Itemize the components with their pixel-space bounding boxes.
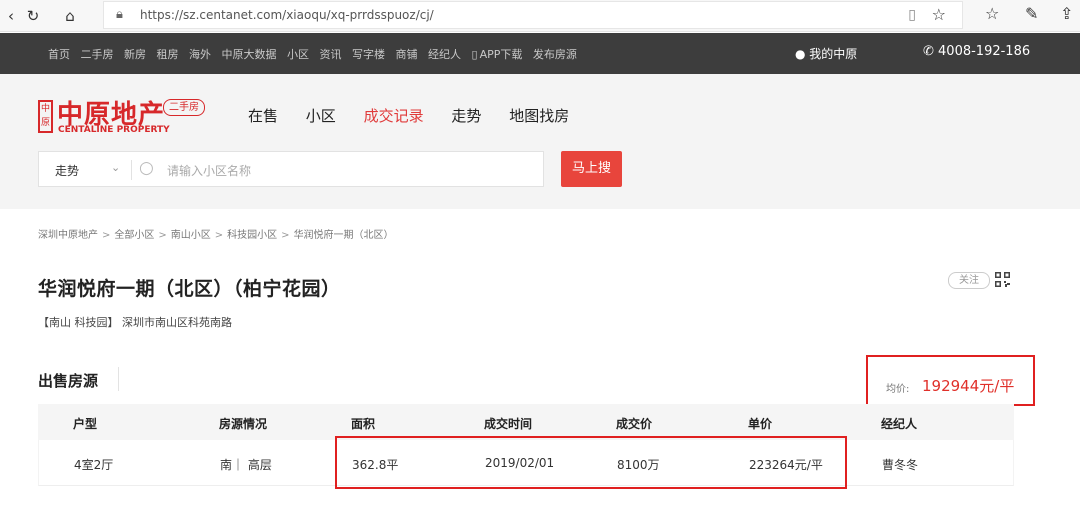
breadcrumb: 深圳中原地产 > 全部小区 > 南山小区 > 科技园小区 > 华润悦府一期（北区） [38, 226, 394, 241]
topnav-link[interactable]: 二手房 [81, 48, 114, 61]
reading-view-icon[interactable]: ▯ [908, 7, 916, 23]
hotline: ✆ 4008-192-186 [923, 44, 1030, 59]
share-icon[interactable]: ⇪ [1060, 4, 1073, 23]
search-category-select[interactable]: 走势 [55, 162, 79, 179]
divider [131, 160, 132, 180]
my-account-link[interactable]: ● 我的中原 [795, 45, 857, 62]
top-nav-links: 首页 二手房 新房 租房 海外 中原大数据 小区 资讯 写字楼 商铺 经纪人 ▯… [48, 46, 584, 62]
page-title: 华润悦府一期（北区）（柏宁花园） [38, 278, 341, 300]
topnav-link[interactable]: 商铺 [396, 48, 418, 61]
chevron-right-icon: > [281, 230, 290, 241]
favorites-list-icon[interactable]: ☆ [985, 4, 999, 23]
breadcrumb-current: 华润悦府一期（北区） [293, 230, 394, 241]
my-account-label: 我的中原 [809, 47, 858, 61]
search-bar: 走势 ⌄ ○ 请输入小区名称 [38, 151, 544, 187]
topnav-link[interactable]: 首页 [48, 48, 70, 61]
topnav-link[interactable]: 新房 [124, 48, 146, 61]
qr-code-icon[interactable] [995, 272, 1010, 287]
topnav-link[interactable]: 海外 [189, 48, 211, 61]
topnav-link[interactable]: 写字楼 [352, 48, 385, 61]
cell-agent[interactable]: 曹冬冬 [882, 456, 918, 473]
column-header: 成交时间 [484, 417, 533, 431]
follow-button[interactable]: 关注 [948, 272, 990, 289]
search-button[interactable]: 马上搜 [561, 151, 622, 187]
url-text[interactable]: https://sz.centanet.com/xiaoqu/xq-prrdss… [140, 8, 434, 22]
search-icon: ○ [139, 158, 154, 178]
topnav-link[interactable]: 资讯 [320, 48, 342, 61]
topnav-link[interactable]: 租房 [157, 48, 179, 61]
topnav-link-app[interactable]: APP下载 [480, 48, 523, 61]
table-header: 户型 房源情况 面积 成交时间 成交价 单价 经纪人 [38, 404, 1014, 440]
breadcrumb-item[interactable]: 全部小区 [114, 230, 154, 241]
nav-item-trends[interactable]: 走势 [451, 107, 481, 125]
favorite-star-icon[interactable]: ☆ [932, 5, 946, 24]
column-header: 单价 [748, 417, 773, 431]
topnav-link[interactable]: 经纪人 [428, 48, 461, 61]
lock-icon: 🔒︎ [116, 7, 123, 22]
nav-item-estates[interactable]: 小区 [306, 107, 336, 125]
nav-item-transactions[interactable]: 成交记录 [364, 107, 424, 125]
breadcrumb-item[interactable]: 科技园小区 [227, 230, 277, 241]
user-icon: ● [795, 47, 810, 61]
phone-app-icon: ▯ [471, 48, 478, 61]
chevron-down-icon[interactable]: ⌄ [111, 161, 120, 174]
nav-item-map-search[interactable]: 地图找房 [509, 107, 569, 125]
nav-item-on-sale[interactable]: 在售 [248, 107, 278, 125]
logo-seal-icon: 中原 [38, 100, 53, 133]
pen-icon[interactable]: ✎ [1025, 4, 1038, 23]
top-navigation: 首页 二手房 新房 租房 海外 中原大数据 小区 资讯 写字楼 商铺 经纪人 ▯… [0, 33, 1080, 74]
phone-icon: ✆ [923, 44, 939, 59]
logo-subtitle: CENTALINE PROPERTY [58, 125, 170, 135]
column-header: 经纪人 [881, 417, 918, 431]
average-price-label: 均价: [886, 384, 910, 395]
column-header: 面积 [351, 417, 376, 431]
site-header: 中原 中原地产 CENTALINE PROPERTY 二手房 在售 小区 成交记… [0, 74, 1080, 209]
cell-condition: 南｜ 高层 [220, 458, 272, 472]
search-input[interactable]: 请输入小区名称 [167, 162, 251, 179]
cell-layout: 4室2厅 [74, 458, 114, 472]
topnav-link[interactable]: 小区 [287, 48, 309, 61]
column-header: 房源情况 [219, 417, 268, 431]
topnav-link[interactable]: 发布房源 [533, 48, 577, 61]
section-tag: 二手房 [163, 99, 205, 116]
topnav-link[interactable]: 中原大数据 [222, 48, 277, 61]
breadcrumb-item[interactable]: 南山小区 [171, 230, 211, 241]
section-title: 出售房源 [38, 372, 99, 390]
estate-address: 【南山 科技园】 深圳市南山区科苑南路 [38, 316, 232, 329]
back-icon[interactable]: ‹ [0, 5, 22, 27]
column-header: 户型 [73, 417, 98, 431]
home-icon[interactable]: ⌂ [59, 5, 81, 27]
refresh-icon[interactable]: ↻ [22, 5, 44, 27]
hotline-number: 4008-192-186 [938, 44, 1031, 59]
highlight-box [335, 436, 847, 489]
chevron-right-icon: > [158, 230, 167, 241]
chevron-right-icon: > [214, 230, 224, 241]
chevron-right-icon: > [102, 230, 111, 241]
browser-toolbar: ‹ ↻ ⌂ 🔒︎ https://sz.centanet.com/xiaoqu/… [0, 0, 1080, 32]
column-header: 成交价 [616, 417, 653, 431]
average-price-highlight: 均价: 192944元/平 [866, 355, 1035, 406]
divider [118, 367, 119, 391]
average-price-value: 192944元/平 [922, 377, 1015, 395]
breadcrumb-item[interactable]: 深圳中原地产 [38, 230, 98, 241]
main-navigation: 在售 小区 成交记录 走势 地图找房 [248, 105, 592, 126]
address-bar[interactable]: 🔒︎ https://sz.centanet.com/xiaoqu/xq-prr… [103, 1, 963, 29]
